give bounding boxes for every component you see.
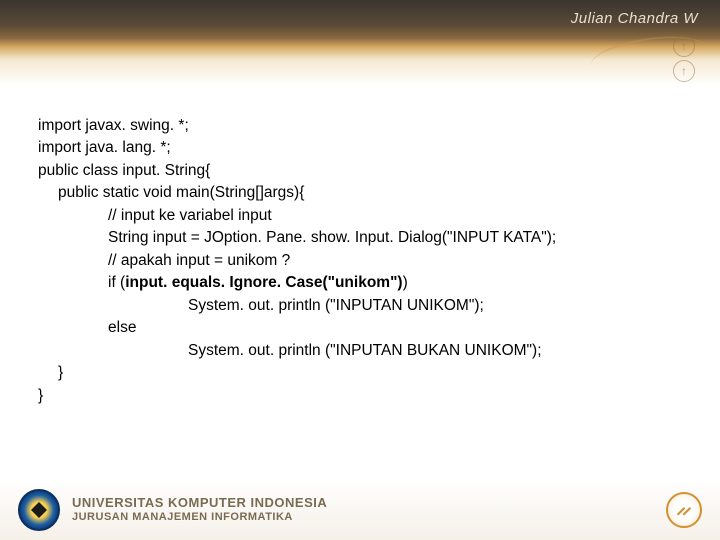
- code-block: import javax. swing. *; import java. lan…: [0, 85, 720, 417]
- university-name: UNIVERSITAS KOMPUTER INDONESIA: [72, 496, 666, 511]
- code-line: System. out. println ("INPUTAN BUKAN UNI…: [38, 340, 690, 362]
- code-line: }: [38, 362, 690, 384]
- code-line: // input ke variabel input: [38, 205, 690, 227]
- university-logo-icon: [18, 489, 60, 531]
- code-line: if (input. equals. Ignore. Case("unikom"…: [38, 272, 690, 294]
- text: ): [403, 274, 408, 291]
- code-line: String input = JOption. Pane. show. Inpu…: [38, 227, 690, 249]
- code-line: import java. lang. *;: [38, 137, 690, 159]
- code-line: else: [38, 317, 690, 339]
- slide-footer: UNIVERSITAS KOMPUTER INDONESIA JURUSAN M…: [0, 480, 720, 540]
- code-line: // apakah input = unikom ?: [38, 250, 690, 272]
- department-name: JURUSAN MANAJEMEN INFORMATIKA: [72, 511, 666, 524]
- university-text: UNIVERSITAS KOMPUTER INDONESIA JURUSAN M…: [72, 496, 666, 524]
- up-arrow-icon: ↑: [673, 60, 695, 82]
- text: if (: [108, 274, 125, 291]
- slide-header: Julian Chandra W ↑ ↑: [0, 0, 720, 85]
- bold-text: input. equals. Ignore. Case("unikom"): [125, 274, 402, 291]
- decorative-swoosh: [588, 30, 712, 86]
- code-line: public static void main(String[]args){: [38, 182, 690, 204]
- up-arrow-icon: ↑: [673, 35, 695, 57]
- next-arrow-icon[interactable]: [666, 492, 702, 528]
- code-line: public class input. String{: [38, 160, 690, 182]
- author-name: Julian Chandra W: [571, 10, 698, 27]
- code-line: System. out. println ("INPUTAN UNIKOM");: [38, 295, 690, 317]
- code-line: }: [38, 385, 690, 407]
- code-line: import javax. swing. *;: [38, 115, 690, 137]
